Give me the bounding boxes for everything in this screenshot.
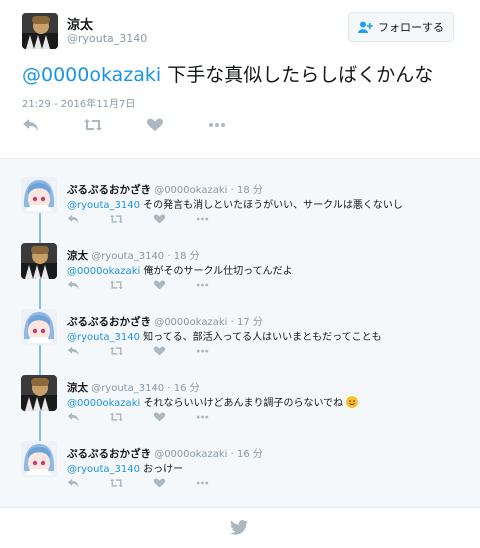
more-icon[interactable]	[196, 412, 209, 422]
reply-author-name[interactable]: 涼太	[67, 250, 88, 262]
follow-person-icon	[358, 21, 373, 33]
reply-header: ぷるぷるおかざき @0000okazaki · 17 分	[67, 313, 263, 329]
reply-text: @0000okazaki それならいいけどあんまり調子のらないでね	[67, 394, 359, 409]
reply-tweet[interactable]: 涼太 @ryouta_3140 · 18 分 @0000okazaki 俺がその…	[0, 231, 480, 297]
like-icon[interactable]	[153, 280, 166, 290]
reply-mention-link[interactable]: @ryouta_3140	[67, 464, 140, 475]
reply-mention-link[interactable]: @0000okazaki	[67, 266, 140, 277]
reply-actions	[67, 346, 239, 356]
reply-author-handle[interactable]: @0000okazaki	[154, 317, 227, 328]
more-icon[interactable]	[208, 118, 226, 132]
reply-body: その発言も消しといたほうがいい、サークルは悪くないし	[139, 200, 403, 211]
reply-author-handle[interactable]: @0000okazaki	[154, 185, 227, 196]
user-avatar[interactable]	[21, 441, 57, 477]
reply-body: 知ってる、部活入ってる人はいいまともだってことも	[139, 332, 382, 343]
tweet-body: 下手な真似したらしばくかんな	[161, 64, 434, 86]
user-avatar[interactable]	[21, 375, 57, 411]
reply-body: 俺がそのサークル仕切ってんだよ	[140, 266, 293, 277]
user-avatar[interactable]	[21, 177, 57, 213]
reply-icon[interactable]	[67, 214, 80, 224]
separator-dot: ·	[230, 185, 234, 196]
reply-icon[interactable]	[67, 478, 80, 488]
twitter-bird-icon[interactable]	[230, 520, 248, 535]
retweet-icon[interactable]	[110, 478, 123, 488]
reply-text: @ryouta_3140 おっけー	[67, 460, 183, 475]
reply-header: 涼太 @ryouta_3140 · 16 分	[67, 379, 200, 395]
separator-dot: ·	[167, 383, 171, 394]
separator-dot: ·	[230, 317, 234, 328]
user-avatar[interactable]	[21, 243, 57, 279]
reply-actions	[67, 412, 239, 422]
reply-time[interactable]: 16 分	[174, 383, 200, 394]
reply-text: @ryouta_3140 その発言も消しといたほうがいい、サークルは悪くないし	[67, 196, 403, 211]
reply-author-handle[interactable]: @ryouta_3140	[91, 383, 164, 394]
reply-header: ぷるぷるおかざき @0000okazaki · 16 分	[67, 445, 263, 461]
reply-time[interactable]: 17 分	[237, 317, 263, 328]
separator-dot: ·	[167, 251, 171, 262]
author-name[interactable]: 涼太	[67, 14, 93, 33]
reply-text: @ryouta_3140 知ってる、部活入ってる人はいいまともだってことも	[67, 328, 382, 343]
smiling-face-emoji-icon	[346, 396, 359, 408]
reply-thread: ぷるぷるおかざき @0000okazaki · 18 分 @ryouta_314…	[0, 158, 480, 508]
reply-body: それならいいけどあんまり調子のらないでね	[140, 398, 344, 409]
follow-button[interactable]: フォローする	[348, 12, 454, 42]
reply-icon[interactable]	[67, 280, 80, 290]
user-avatar[interactable]	[21, 309, 57, 345]
reply-header: 涼太 @ryouta_3140 · 18 分	[67, 247, 200, 263]
reply-author-name[interactable]: ぷるぷるおかざき	[67, 316, 151, 328]
reply-time[interactable]: 16 分	[237, 449, 263, 460]
reply-actions	[67, 280, 239, 290]
author-handle[interactable]: @ryouta_3140	[67, 32, 147, 45]
reply-body: おっけー	[139, 464, 184, 475]
reply-mention-link[interactable]: @ryouta_3140	[67, 332, 140, 343]
reply-icon[interactable]	[22, 118, 40, 132]
reply-tweet[interactable]: ぷるぷるおかざき @0000okazaki · 16 分 @ryouta_314…	[0, 429, 480, 495]
reply-mention-link[interactable]: @0000okazaki	[67, 398, 140, 409]
follow-button-label: フォローする	[378, 21, 444, 34]
reply-author-handle[interactable]: @ryouta_3140	[91, 251, 164, 262]
more-icon[interactable]	[196, 346, 209, 356]
tweet-mention-link[interactable]: @0000okazaki	[22, 64, 161, 86]
like-icon[interactable]	[146, 118, 164, 132]
retweet-icon[interactable]	[110, 412, 123, 422]
user-avatar[interactable]	[22, 13, 58, 49]
reply-time[interactable]: 18 分	[174, 251, 200, 262]
like-icon[interactable]	[153, 412, 166, 422]
retweet-icon[interactable]	[110, 346, 123, 356]
reply-author-name[interactable]: ぷるぷるおかざき	[67, 448, 151, 460]
reply-text: @0000okazaki 俺がそのサークル仕切ってんだよ	[67, 262, 293, 277]
reply-author-name[interactable]: 涼太	[67, 382, 88, 394]
more-icon[interactable]	[196, 478, 209, 488]
reply-tweet[interactable]: ぷるぷるおかざき @0000okazaki · 18 分 @ryouta_314…	[0, 165, 480, 231]
more-icon[interactable]	[196, 280, 209, 290]
tweet-actions	[22, 118, 270, 132]
more-icon[interactable]	[196, 214, 209, 224]
separator-dot: ·	[230, 449, 234, 460]
tweet-timestamp[interactable]: 21:29 - 2016年11月7日	[22, 95, 135, 110]
reply-icon[interactable]	[67, 346, 80, 356]
reply-author-handle[interactable]: @0000okazaki	[154, 449, 227, 460]
like-icon[interactable]	[153, 346, 166, 356]
reply-time[interactable]: 18 分	[237, 185, 263, 196]
like-icon[interactable]	[153, 214, 166, 224]
reply-header: ぷるぷるおかざき @0000okazaki · 18 分	[67, 181, 263, 197]
reply-author-name[interactable]: ぷるぷるおかざき	[67, 184, 151, 196]
reply-actions	[67, 214, 239, 224]
retweet-icon[interactable]	[84, 118, 102, 132]
reply-icon[interactable]	[67, 412, 80, 422]
reply-actions	[67, 478, 239, 488]
reply-tweet[interactable]: 涼太 @ryouta_3140 · 16 分 @0000okazaki それなら…	[0, 363, 480, 429]
retweet-icon[interactable]	[110, 214, 123, 224]
main-tweet: 涼太 @ryouta_3140 フォローする @0000okazaki 下手な真…	[0, 0, 480, 150]
tweet-text: @0000okazaki 下手な真似したらしばくかんな	[22, 60, 433, 87]
reply-mention-link[interactable]: @ryouta_3140	[67, 200, 140, 211]
like-icon[interactable]	[153, 478, 166, 488]
retweet-icon[interactable]	[110, 280, 123, 290]
reply-tweet[interactable]: ぷるぷるおかざき @0000okazaki · 17 分 @ryouta_314…	[0, 297, 480, 363]
